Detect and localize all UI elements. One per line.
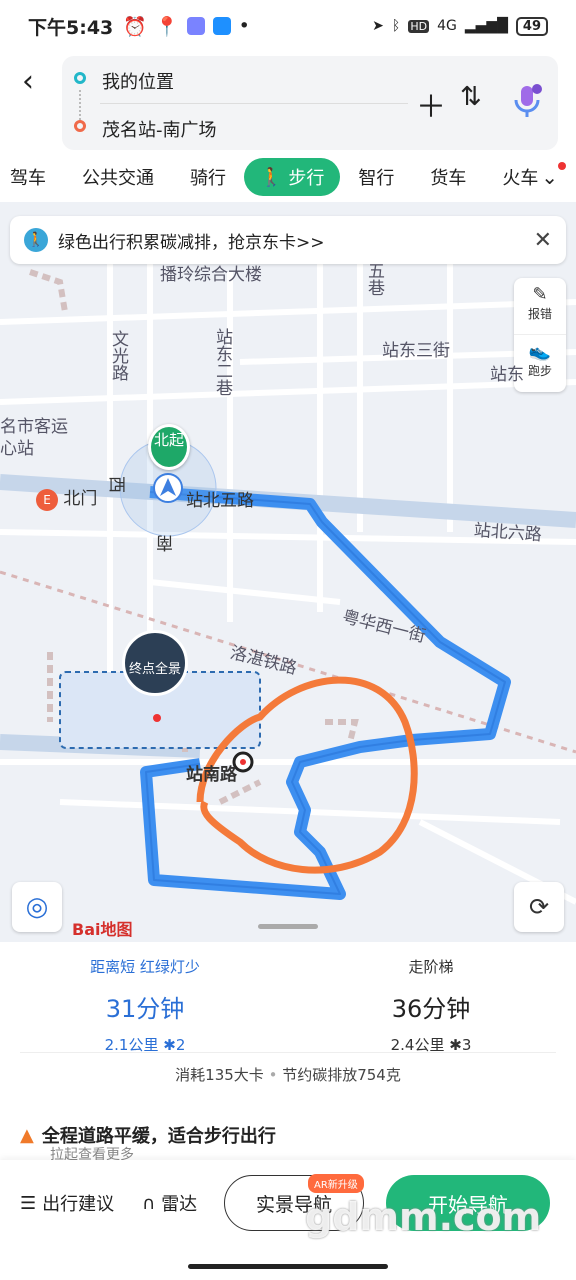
map-label-alley: 五巷 xyxy=(364,262,384,296)
radar-label: 雷达 xyxy=(161,1194,198,1215)
route-info: 消耗135大卡 • 节约碳排放754克 xyxy=(175,1066,401,1084)
route-header: ‹ 我的位置 茂名站-南广场 ＋ ⇅ xyxy=(0,52,576,152)
alarm-icon: ⏰ xyxy=(123,15,147,38)
map-label-zhanbei5: 站北五路 xyxy=(186,491,254,511)
destination-pano-bubble[interactable]: 终点全景 xyxy=(122,630,188,696)
network-label: 4G xyxy=(437,18,457,34)
pano-label: 终点全景 xyxy=(128,662,181,677)
map-label-zhandong: 站东 xyxy=(490,365,524,385)
red-dot-badge xyxy=(558,162,566,170)
tab-walk-label: 步行 xyxy=(288,168,325,189)
tab-drive[interactable]: 驾车 xyxy=(0,164,64,190)
start-marker[interactable]: 北起 xyxy=(148,424,190,470)
refresh-icon: ⟳ xyxy=(528,893,550,921)
locate-icon: ◎ xyxy=(25,892,49,922)
origin-dot-icon xyxy=(74,72,86,84)
map-label-zhannan: 站南路 xyxy=(186,765,237,785)
battery-level: 49 xyxy=(515,16,548,36)
option-tag: 走阶梯 xyxy=(408,958,454,976)
map-label-west: 西 xyxy=(106,476,126,493)
option-duration: 36分钟 xyxy=(391,995,471,1023)
map-label-north-gate: E 北门 xyxy=(36,484,97,511)
option-tag: 距离短 红绿灯少 xyxy=(90,958,200,976)
poi-icon: E xyxy=(36,489,58,511)
drag-handle[interactable] xyxy=(258,924,318,929)
refresh-button[interactable]: ⟳ xyxy=(514,882,564,932)
tab-smart[interactable]: 智行 xyxy=(340,164,412,190)
map-view[interactable]: 北起 终点全景 🚶 绿色出行积累碳减排，抢京东卡>> ✕ ✎ 报错 👟 跑步 播… xyxy=(0,202,576,942)
destination-dot-icon xyxy=(74,120,86,132)
shoe-icon: 👟 xyxy=(528,341,552,362)
origin-field[interactable]: 我的位置 xyxy=(102,68,174,94)
route-connector xyxy=(79,90,81,120)
voice-mic-icon[interactable] xyxy=(512,84,542,126)
status-time: 下午5:43 xyxy=(28,16,114,39)
advice-label: 出行建议 xyxy=(42,1194,115,1215)
status-bar: 下午5:43 ⏰ 📍 • ➤ ᛒ HD 4G ▂▄▆█ 49 xyxy=(0,0,576,52)
map-label-zhandong3: 站东三街 xyxy=(382,341,450,361)
warning-icon: ▲ xyxy=(20,1124,34,1146)
tab-transit[interactable]: 公共交通 xyxy=(64,164,172,190)
walk-icon: 🚶 xyxy=(260,166,283,188)
option-duration: 31分钟 xyxy=(105,995,185,1023)
swap-icon[interactable]: ⇅ xyxy=(460,82,482,112)
calories: 消耗135大卡 xyxy=(175,1066,264,1084)
banner-text: 绿色出行积累碳减排，抢京东卡>> xyxy=(58,232,325,253)
report-label: 报错 xyxy=(527,307,552,321)
north-gate-label: 北门 xyxy=(63,489,98,509)
walker-icon: 🚶 xyxy=(24,228,48,252)
route-box: 我的位置 茂名站-南广场 ＋ ⇅ xyxy=(62,56,558,150)
hd-icon: HD xyxy=(408,19,430,33)
carbon-saved: 节约碳排放754克 xyxy=(282,1066,401,1084)
dot-icon: • xyxy=(238,15,250,37)
home-indicator[interactable] xyxy=(188,1264,388,1269)
route-option-1[interactable]: 距离短 红绿灯少 31分钟 2.1公里 ✱2 xyxy=(10,956,280,1055)
close-icon[interactable]: ✕ xyxy=(534,228,552,253)
watermark: gdmm.com xyxy=(305,1195,542,1239)
mode-tabs: 驾车 公共交通 骑行 🚶 步行 智行 货车 火车 ⌄ xyxy=(0,152,576,202)
gps-icon: ➤ xyxy=(372,18,384,34)
locate-button[interactable]: ◎ xyxy=(12,882,62,932)
divider xyxy=(100,103,408,104)
app-icon xyxy=(186,17,205,35)
start-marker-label: 北起 xyxy=(153,431,184,449)
add-stop-icon[interactable]: ＋ xyxy=(416,82,446,126)
advice-button[interactable]: ☰ 出行建议 xyxy=(20,1190,114,1216)
route-option-2[interactable]: 走阶梯 36分钟 2.4公里 ✱3 xyxy=(296,956,566,1055)
map-label-south: 南 xyxy=(156,532,173,552)
destination-field[interactable]: 茂名站-南广场 xyxy=(102,116,217,142)
location-pin-icon: 📍 xyxy=(154,15,179,38)
app-icon-2 xyxy=(212,17,231,35)
signal-icon: ▂▄▆█ xyxy=(464,18,508,34)
map-label-zhandong2: 站东二巷 xyxy=(212,328,232,396)
tab-truck[interactable]: 货车 xyxy=(412,164,484,190)
tab-walk[interactable]: 🚶 步行 xyxy=(244,158,341,196)
map-canvas xyxy=(0,262,576,905)
map-label-wenguang: 文光路 xyxy=(108,330,128,381)
ar-new-badge: AR新升级 xyxy=(308,1174,364,1193)
back-arrow-icon[interactable]: ‹ xyxy=(22,64,34,99)
baidu-logo: Bai地图 xyxy=(72,920,133,939)
map-label-bus-station: 名市客运心站 xyxy=(0,417,68,459)
panel-divider xyxy=(20,1052,556,1053)
map-label-building: 播玲综合大楼 xyxy=(160,265,262,285)
radar-icon: ∩ xyxy=(142,1192,156,1214)
edit-icon: ✎ xyxy=(532,284,548,305)
menu-icon: ☰ xyxy=(20,1192,37,1214)
radar-button[interactable]: ∩ 雷达 xyxy=(142,1190,197,1216)
promo-banner[interactable]: 🚶 绿色出行积累碳减排，抢京东卡>> ✕ xyxy=(10,216,566,264)
bluetooth-icon: ᛒ xyxy=(391,18,401,34)
tab-bike[interactable]: 骑行 xyxy=(172,164,244,190)
chevron-down-icon[interactable]: ⌄ xyxy=(541,165,558,189)
report-button[interactable]: ✎ 报错 xyxy=(514,278,566,334)
map-label-zhanbei6: 站北六路 xyxy=(473,520,543,546)
